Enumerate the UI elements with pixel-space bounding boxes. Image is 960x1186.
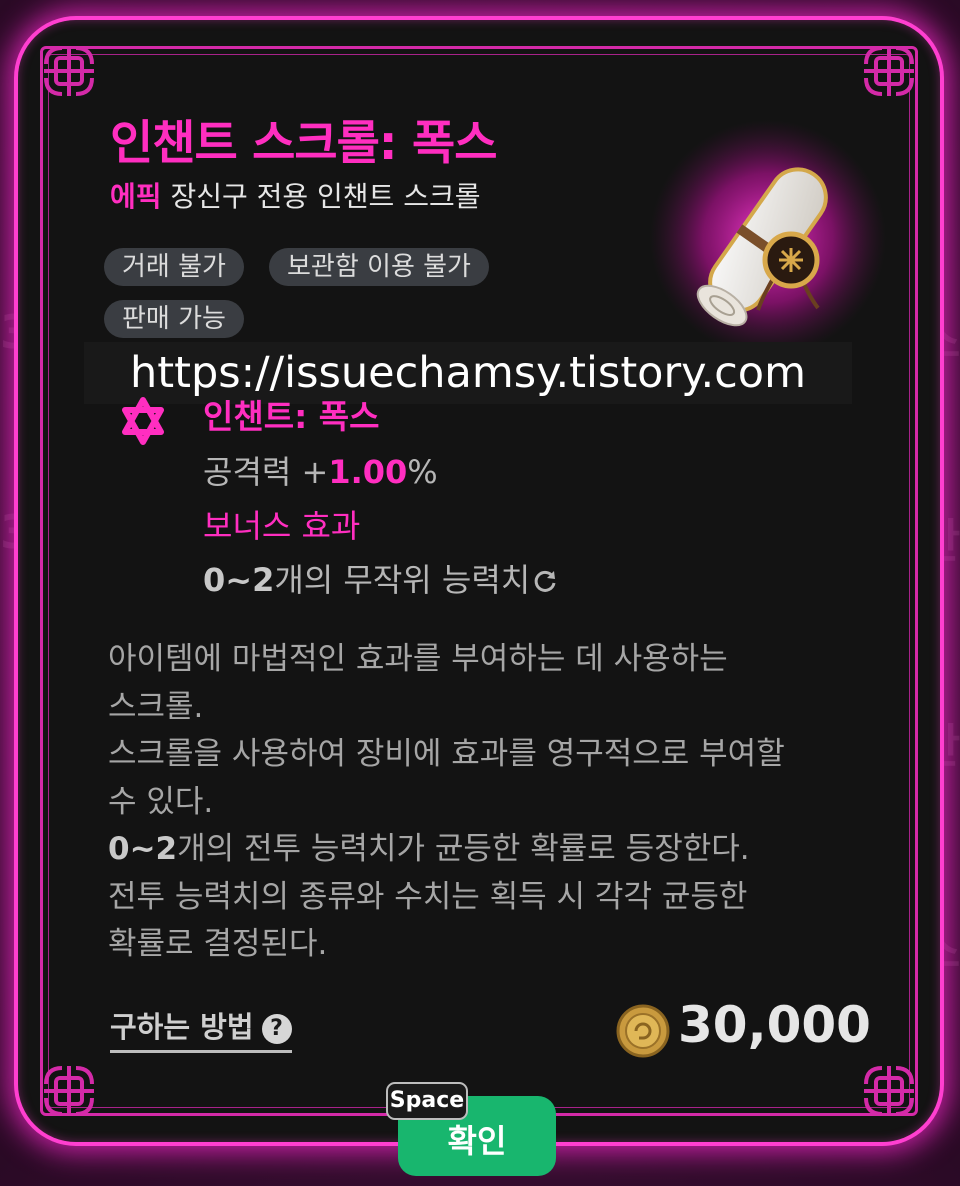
stat-label: 공격력 + [203,453,329,491]
price-value: 30,000 [678,996,871,1054]
celtic-knot-icon [864,1066,914,1116]
item-description: 아이템에 마법적인 효과를 부여하는 데 사용하는 스크롤. 스크롤을 사용하여… [108,636,868,969]
random-range: 0~2 [203,561,275,599]
scroll-item-image [650,120,886,356]
bonus-effect-label: 보너스 효과 [203,507,361,545]
celtic-knot-icon [44,1066,94,1116]
description-line: 수 있다. [108,783,214,820]
description-line: 0~2개의 전투 능력치가 균등한 확률로 등장한다. [108,826,868,874]
tag-sellable: 판매 가능 [104,300,244,338]
item-subtitle: 에픽 장신구 전용 인챈트 스크롤 [110,175,481,215]
item-title: 인챈트 스크롤: 폭스 [110,116,497,171]
celtic-knot-icon [44,46,94,96]
item-tooltip-card: 인챈트 스크롤: 폭스 에픽 장신구 전용 인챈트 스크롤 거래 불가 보관함 … [18,20,940,1142]
refresh-icon [534,570,556,592]
stat-value: 1.00 [328,453,408,491]
how-to-get-label: 구하는 방법 [110,1010,254,1044]
description-text: 개의 전투 능력치가 균등한 확률로 등장한다. [177,831,750,867]
random-stats-text: 개의 무작위 능력치 [274,561,531,599]
gold-coin-icon [616,1004,670,1058]
enchant-title: 인챈트: 폭스 [203,397,380,436]
rarity-label: 에픽 [110,180,162,213]
description-line: 스크롤. [108,688,204,725]
how-to-get-link[interactable]: 구하는 방법? [110,1004,292,1053]
tag-no-trade: 거래 불가 [104,248,244,286]
enchant-star-icon [122,397,164,445]
description-line: 스크롤을 사용하여 장비에 효과를 영구적으로 부여할 [108,736,785,772]
description-line: 아이템에 마법적인 효과를 부여하는 데 사용하는 [108,641,728,677]
enchant-stat: 공격력 +1.00% [203,447,438,493]
help-icon[interactable]: ? [261,1014,292,1044]
description-line: 전투 능력치의 종류와 수치는 획득 시 각각 균등한 [108,878,748,915]
description-line: 확률로 결정된다. [108,926,328,962]
watermark-url: https://issuechamsy.tistory.com [84,342,852,404]
random-stats-line: 0~2개의 무작위 능력치 [203,555,558,601]
item-category: 장신구 전용 인챈트 스크롤 [170,180,481,213]
space-key-hint: Space [386,1082,468,1120]
description-range: 0~2 [108,831,178,867]
celtic-knot-icon [864,46,914,96]
stat-unit: % [407,453,438,491]
tag-no-storage: 보관함 이용 불가 [269,248,489,286]
